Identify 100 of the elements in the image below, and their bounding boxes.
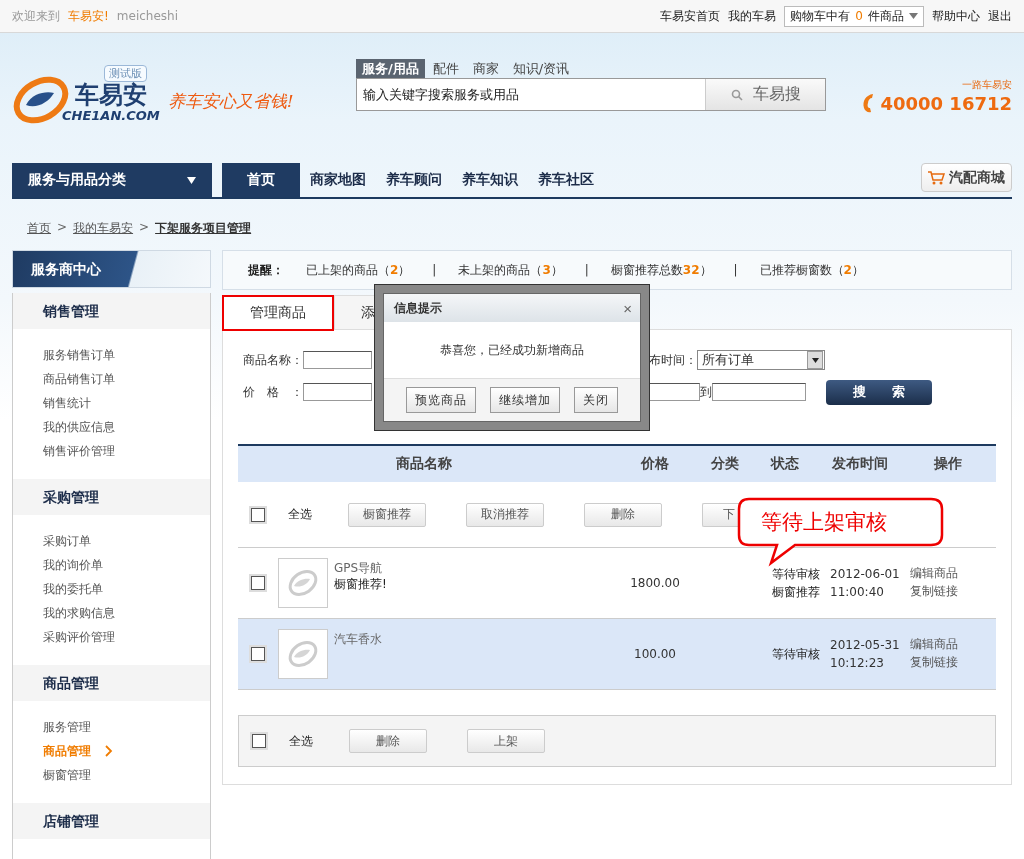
category-menu[interactable]: 服务与用品分类 bbox=[12, 163, 212, 197]
reminder-stat: 已推荐橱窗数（2） bbox=[759, 261, 864, 279]
sidebar-item[interactable]: 采购评价管理 bbox=[43, 625, 210, 649]
sidebar-item[interactable]: 服务销售订单 bbox=[43, 343, 210, 367]
top-link[interactable]: 车易安首页 bbox=[660, 7, 721, 25]
product-name[interactable]: 汽车香水 bbox=[334, 631, 610, 647]
top-link[interactable]: 帮助中心 bbox=[932, 7, 980, 25]
checkbox[interactable] bbox=[251, 576, 265, 590]
dialog-button[interactable]: 关闭 bbox=[574, 387, 618, 413]
cart-dropdown[interactable]: 购物车中有 0 件商品 bbox=[784, 5, 924, 27]
reminder-stat: 橱窗推荐总数32） bbox=[610, 261, 712, 279]
nav-item[interactable]: 首页 bbox=[222, 163, 300, 197]
top-link[interactable]: 退出 bbox=[988, 7, 1012, 25]
product-name[interactable]: GPS导航 bbox=[334, 560, 610, 576]
sidebar-item[interactable]: 我的求购信息 bbox=[43, 601, 210, 625]
caret-icon bbox=[909, 13, 918, 19]
caret-icon bbox=[187, 176, 196, 184]
group-heading: 销售管理 bbox=[13, 293, 210, 329]
footer-button[interactable]: 删除 bbox=[349, 729, 427, 753]
logo-name: 车易安 bbox=[74, 82, 147, 108]
sidebar-item[interactable]: 橱窗管理 bbox=[43, 763, 210, 787]
nav-item[interactable]: 商家地图 bbox=[300, 163, 376, 197]
search-icon bbox=[730, 88, 743, 101]
cart-icon bbox=[928, 170, 946, 185]
cart-count: 0 bbox=[855, 9, 863, 23]
divider-text: | bbox=[733, 263, 738, 277]
toolbar-button[interactable]: 下 bbox=[702, 502, 739, 527]
mall-button[interactable]: 汽配商城 bbox=[921, 163, 1012, 192]
sidebar-item[interactable]: 销售评价管理 bbox=[43, 439, 210, 463]
dialog-button[interactable]: 预览商品 bbox=[406, 387, 476, 413]
select-all-label: 全选 bbox=[288, 506, 313, 523]
dialog-button[interactable]: 继续增加 bbox=[490, 387, 560, 413]
input-field[interactable] bbox=[712, 383, 806, 401]
toolbar-button[interactable]: 橱窗推荐 bbox=[348, 502, 426, 527]
date-cell-text: 2012-06-01 bbox=[830, 566, 900, 583]
time-cell-text: 10:12:23 bbox=[830, 655, 885, 672]
search-tab[interactable]: 配件 bbox=[426, 59, 465, 78]
hotline-number: 40000 16712 bbox=[880, 92, 1012, 114]
breadcrumb-separator: > bbox=[57, 220, 68, 234]
cart-label: 件商品 bbox=[868, 7, 904, 25]
reminder-stat: 未上架的商品（3） bbox=[458, 261, 563, 279]
breadcrumb-link[interactable]: 我的车易安 bbox=[73, 220, 134, 237]
group-heading: 采购管理 bbox=[13, 479, 210, 515]
close-button[interactable]: × bbox=[623, 299, 632, 317]
field-label: 布时间： bbox=[649, 351, 697, 369]
search-field[interactable]: 输入关键字搜索服务或用品 车易搜 bbox=[356, 78, 826, 111]
input-field[interactable] bbox=[303, 351, 372, 369]
action-link[interactable]: 复制链接 bbox=[910, 653, 996, 671]
sidebar-item[interactable]: 我的询价单 bbox=[43, 553, 210, 577]
callout-text: 等待上架审核 bbox=[761, 509, 887, 536]
search-button[interactable]: 车易搜 bbox=[705, 79, 825, 110]
price-cell-text: 1800.00 bbox=[629, 576, 681, 590]
group-heading: 商品管理 bbox=[13, 665, 210, 701]
action-link[interactable]: 编辑商品 bbox=[910, 564, 996, 582]
field-label: 商品名称： bbox=[243, 351, 303, 369]
checkbox[interactable] bbox=[252, 734, 266, 748]
category-label: 服务与用品分类 bbox=[28, 171, 126, 189]
chevron-icon bbox=[105, 745, 113, 757]
search-tab[interactable]: 服务/用品 bbox=[356, 59, 425, 78]
sidebar-item[interactable]: 销售统计 bbox=[43, 391, 210, 415]
nav-item[interactable]: 养车顾问 bbox=[376, 163, 452, 197]
logo-domain: CHE1AN.COM bbox=[62, 108, 160, 123]
input-field[interactable] bbox=[303, 383, 372, 401]
nav-item[interactable]: 养车社区 bbox=[528, 163, 604, 197]
breadcrumb-link[interactable]: 首页 bbox=[27, 220, 51, 237]
sidebar-item[interactable]: 我的供应信息 bbox=[43, 415, 210, 439]
breadcrumb-separator: > bbox=[139, 220, 150, 234]
action-link[interactable]: 复制链接 bbox=[910, 582, 996, 600]
column-header: 分类 bbox=[710, 455, 740, 473]
select-all-label: 全选 bbox=[289, 732, 314, 750]
product-tag: 橱窗推荐! bbox=[334, 576, 610, 592]
breadcrumb-link[interactable]: 下架服务项目管理 bbox=[155, 220, 252, 237]
dialog-title: 信息提示 bbox=[394, 299, 442, 317]
footer-button[interactable]: 上架 bbox=[467, 729, 545, 753]
column-header: 发布时间 bbox=[831, 455, 889, 473]
toolbar-button[interactable]: 取消推荐 bbox=[466, 502, 544, 527]
slogan: 养车安心又省钱! bbox=[167, 89, 294, 113]
top-link[interactable]: 我的车易 bbox=[728, 7, 777, 25]
checkbox[interactable] bbox=[251, 507, 265, 522]
checkbox[interactable] bbox=[251, 647, 265, 661]
search-tab[interactable]: 知识/资讯 bbox=[506, 59, 576, 78]
action-link[interactable]: 编辑商品 bbox=[910, 635, 996, 653]
input-field[interactable] bbox=[648, 383, 700, 401]
nav-item[interactable]: 养车知识 bbox=[452, 163, 528, 197]
welcome-text: 欢迎来到 bbox=[12, 7, 60, 25]
field-label: 价 格 ： bbox=[243, 383, 303, 401]
column-header: 操作 bbox=[933, 455, 963, 473]
sidebar-item[interactable]: 服务管理 bbox=[43, 715, 210, 739]
tab[interactable]: 管理商品 bbox=[222, 295, 334, 331]
status-cell-text: 等待审核 bbox=[772, 646, 820, 663]
price-cell-text: 100.00 bbox=[633, 647, 677, 661]
search-tab[interactable]: 商家 bbox=[466, 59, 505, 78]
sidebar-item[interactable]: 我的委托单 bbox=[43, 577, 210, 601]
reminder-stat: 已上架的商品（2） bbox=[306, 261, 411, 279]
sidebar-item[interactable]: 商品销售订单 bbox=[43, 367, 210, 391]
search-button[interactable]: 搜 索 bbox=[826, 379, 932, 405]
toolbar-button[interactable]: 删除 bbox=[584, 502, 662, 527]
sidebar-title: 服务商中心 bbox=[12, 250, 211, 288]
sidebar-item[interactable]: 采购订单 bbox=[43, 529, 210, 553]
time-select[interactable]: 所有订单 bbox=[697, 350, 825, 370]
